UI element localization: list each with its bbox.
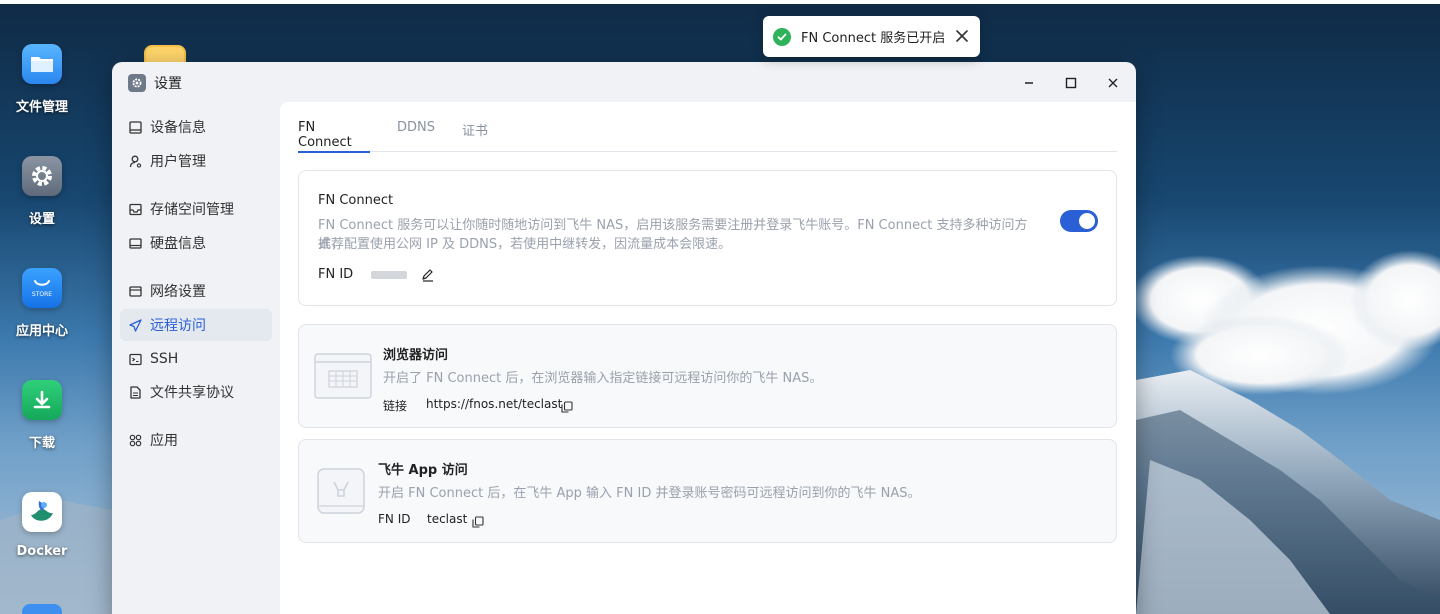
sidebar-item-remote-access[interactable]: 远程访问 <box>120 309 272 341</box>
fn-connect-toggle[interactable] <box>1060 210 1098 232</box>
sidebar-item-label: 网络设置 <box>150 284 206 300</box>
sidebar-item-file-sharing[interactable]: 文件共享协议 <box>120 376 272 408</box>
storage-icon <box>128 202 142 216</box>
settings-window: 设置 设备信息 用户管理 存储空间管理 硬盘信息 网络设置 远程访问 SSH 文… <box>112 62 1136 614</box>
browser-access-card: 浏览器访问 开启了 FN Connect 后，在浏览器输入指定链接可远程访问你的… <box>298 324 1117 428</box>
sidebar-item-label: 远程访问 <box>150 318 206 334</box>
sidebar-item-label: 存储空间管理 <box>150 202 234 218</box>
fn-id-redacted <box>371 271 407 279</box>
tab-fn-connect[interactable]: FN Connect <box>298 120 370 153</box>
sidebar-item-label: 设备信息 <box>150 120 206 136</box>
toast-message: FN Connect 服务已开启 <box>801 31 946 46</box>
copy-icon <box>561 401 573 413</box>
top-strip <box>0 0 1440 4</box>
app-fn-id-value: teclast <box>427 512 468 526</box>
sidebar-item-label: 硬盘信息 <box>150 236 206 252</box>
folder-icon <box>22 44 62 84</box>
app-fn-id-label: FN ID <box>378 512 411 526</box>
desktop-icon-label: 文件管理 <box>15 100 68 115</box>
link-label: 链接 <box>383 399 408 413</box>
copy-fn-id-button[interactable] <box>472 513 484 528</box>
minimize-button[interactable] <box>1018 72 1040 94</box>
browser-illustration-icon <box>314 353 372 399</box>
tab-bar: FN Connect DDNS 证书 <box>298 120 1117 153</box>
fn-connect-card: FN Connect FN Connect 服务可以让你随时随地访问到飞牛 NA… <box>298 170 1117 306</box>
app-access-description: 开启 FN Connect 后，在飞牛 App 输入 FN ID 并登录账号密码… <box>378 486 921 501</box>
download-icon <box>22 380 62 420</box>
store-icon: STORE <box>22 268 62 308</box>
docker-icon <box>22 492 62 532</box>
sidebar-item-network[interactable]: 网络设置 <box>120 275 272 307</box>
desktop-icon-app-center[interactable]: STORE 应用中心 <box>0 268 84 339</box>
tab-certificate[interactable]: 证书 <box>462 120 488 152</box>
sidebar-item-label: SSH <box>150 351 179 367</box>
toggle-knob <box>1079 213 1095 229</box>
user-icon <box>128 154 142 168</box>
close-icon <box>956 29 968 42</box>
sidebar-item-storage[interactable]: 存储空间管理 <box>120 193 272 225</box>
sidebar-item-device-info[interactable]: 设备信息 <box>120 111 272 143</box>
apps-icon <box>128 433 142 447</box>
settings-content: FN Connect DDNS 证书 FN Connect FN Connect… <box>280 102 1136 614</box>
copy-link-button[interactable] <box>561 398 573 413</box>
desktop-icon-label: Docker <box>16 544 68 559</box>
store-badge: STORE <box>31 290 53 298</box>
browser-access-description: 开启了 FN Connect 后，在浏览器输入指定链接可远程访问你的飞牛 NAS… <box>383 371 823 386</box>
gear-icon <box>22 156 62 196</box>
minimize-icon <box>1025 82 1033 84</box>
sidebar-item-ssh[interactable]: SSH <box>120 343 272 375</box>
link-value[interactable]: https://fnos.net/teclast <box>426 397 562 411</box>
desktop-icon-label: 设置 <box>28 212 55 227</box>
device-icon <box>128 120 142 134</box>
close-icon <box>1108 78 1118 88</box>
sidebar-item-apps[interactable]: 应用 <box>120 424 272 456</box>
maximize-button[interactable] <box>1060 72 1082 94</box>
window-titlebar[interactable]: 设置 <box>112 62 1136 104</box>
terminal-icon <box>128 352 142 366</box>
fn-connect-description-line2: 推荐配置使用公网 IP 及 DDNS，若使用中继转发，因流量成本会限速。 <box>318 237 732 252</box>
sidebar-item-label: 应用 <box>150 433 178 449</box>
sidebar-item-label: 文件共享协议 <box>150 385 234 401</box>
desktop-icon-label: 应用中心 <box>15 324 68 339</box>
desktop-icon-settings[interactable]: 设置 <box>0 156 84 227</box>
desktop-icon-file-manager[interactable]: 文件管理 <box>0 44 84 115</box>
close-window-button[interactable] <box>1102 72 1124 94</box>
app-access-card: 飞牛 App 访问 开启 FN Connect 后，在飞牛 App 输入 FN … <box>298 439 1117 543</box>
sidebar-item-label: 用户管理 <box>150 154 206 170</box>
maximize-icon <box>1065 77 1077 89</box>
toast-close-button[interactable] <box>956 28 968 46</box>
network-icon <box>128 284 142 298</box>
pencil-icon <box>422 269 433 282</box>
partial-desktop-icon[interactable] <box>22 604 62 614</box>
settings-sidebar: 设备信息 用户管理 存储空间管理 硬盘信息 网络设置 远程访问 SSH 文件共享… <box>112 104 280 614</box>
toast-notification: FN Connect 服务已开启 <box>763 16 980 57</box>
window-title: 设置 <box>154 76 182 92</box>
copy-icon <box>472 516 484 528</box>
sidebar-item-disk-info[interactable]: 硬盘信息 <box>120 227 272 259</box>
tab-ddns[interactable]: DDNS <box>397 120 435 152</box>
desktop-icon-label: 下载 <box>28 436 55 451</box>
check-circle-icon <box>773 27 791 46</box>
settings-app-icon <box>128 74 146 92</box>
disk-icon <box>128 236 142 250</box>
document-icon <box>128 385 142 399</box>
edit-fn-id-button[interactable] <box>421 267 435 282</box>
fn-connect-title: FN Connect <box>318 193 394 208</box>
app-access-title: 飞牛 App 访问 <box>378 463 468 478</box>
fn-id-label: FN ID <box>318 267 354 282</box>
phone-app-illustration-icon <box>317 468 365 514</box>
desktop-icon-docker[interactable]: Docker <box>0 492 84 559</box>
sidebar-item-user-management[interactable]: 用户管理 <box>120 145 272 177</box>
browser-access-title: 浏览器访问 <box>383 348 449 363</box>
send-icon <box>128 318 142 332</box>
desktop-icon-download[interactable]: 下载 <box>0 380 84 451</box>
